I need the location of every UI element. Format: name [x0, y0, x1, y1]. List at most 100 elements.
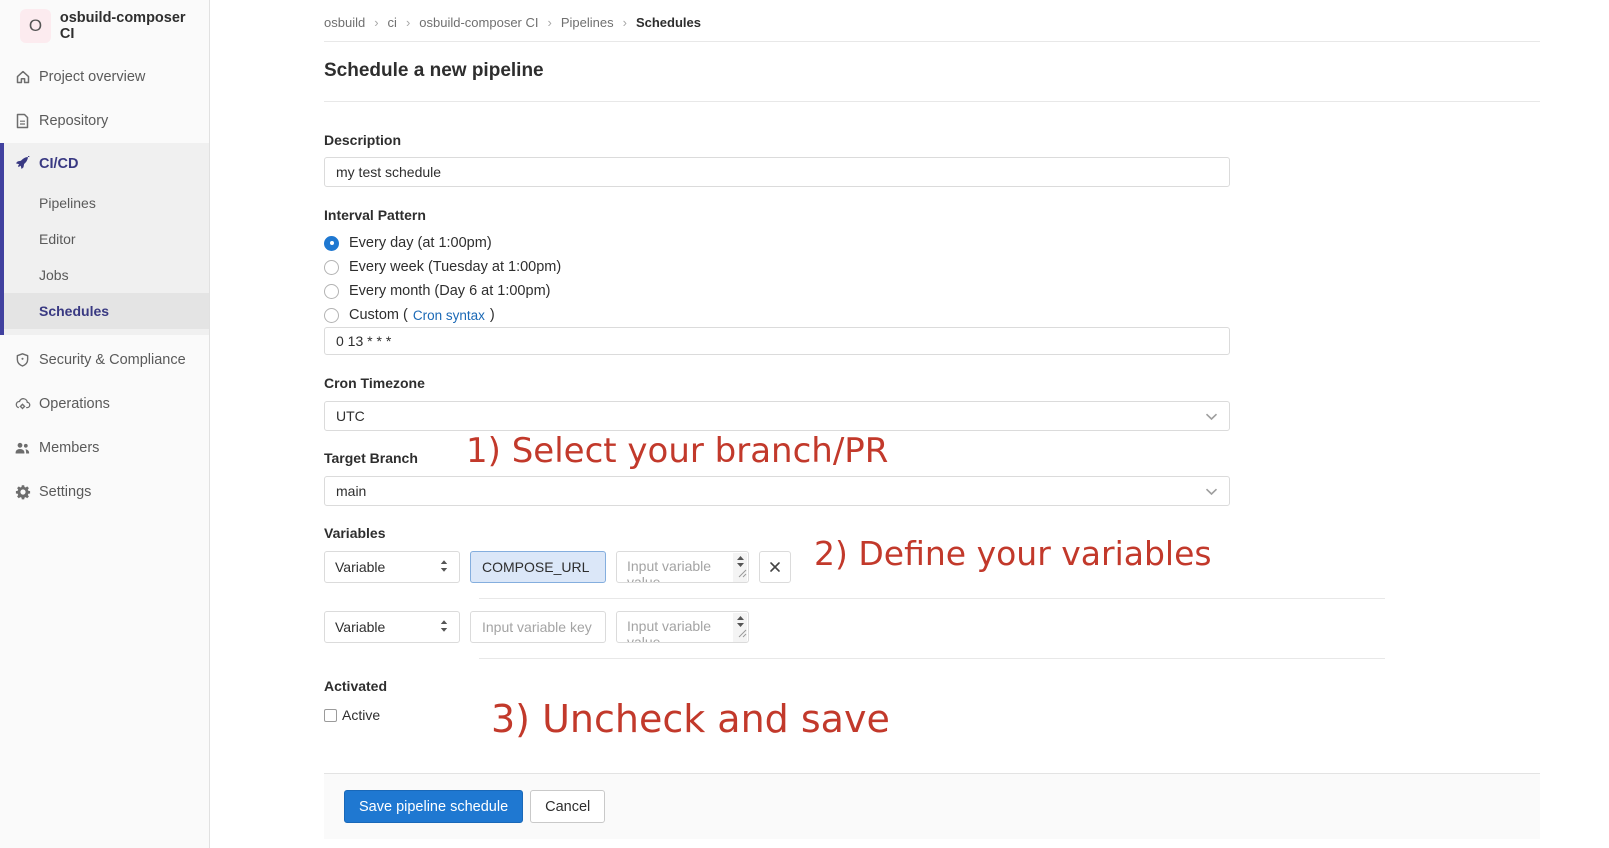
selected-timezone: UTC — [336, 408, 365, 424]
users-icon — [14, 440, 31, 457]
breadcrumb-item-project[interactable]: osbuild-composer CI — [419, 15, 538, 30]
sidebar-item-members[interactable]: Members — [0, 426, 209, 470]
sidebar-item-label: Security & Compliance — [39, 352, 186, 368]
target-branch-select[interactable]: main — [324, 476, 1230, 506]
variable-key-input[interactable] — [470, 551, 606, 583]
annotation-define-variables: 2) Define your variables — [814, 534, 1212, 573]
breadcrumb-item-osbuild[interactable]: osbuild — [324, 15, 365, 30]
project-header[interactable]: O osbuild-composer CI — [0, 0, 209, 52]
sidebar: O osbuild-composer CI Project overview R… — [0, 0, 210, 848]
main-content: osbuild › ci › osbuild-composer CI › Pip… — [210, 0, 1609, 848]
sidebar-item-editor[interactable]: Editor — [4, 221, 209, 257]
sidebar-item-pipelines[interactable]: Pipelines — [4, 185, 209, 221]
sidebar-nav: Project overview Repository CI/CD Pipeli… — [0, 55, 209, 514]
sidebar-item-label: CI/CD — [39, 156, 78, 172]
breadcrumb-separator: › — [374, 15, 378, 30]
breadcrumb-item-pipelines[interactable]: Pipelines — [561, 15, 614, 30]
variable-value-textarea[interactable]: Input variable value — [616, 611, 749, 643]
breadcrumb-separator: › — [406, 15, 410, 30]
radio-icon[interactable] — [324, 308, 339, 323]
app-root: O osbuild-composer CI Project overview R… — [0, 0, 1609, 848]
save-pipeline-schedule-button[interactable]: Save pipeline schedule — [344, 790, 523, 823]
interval-option-monthly[interactable]: Every month (Day 6 at 1:00pm) — [324, 279, 1540, 303]
up-down-arrows-icon — [439, 559, 449, 576]
breadcrumb-separator: › — [623, 15, 627, 30]
radio-icon[interactable] — [324, 284, 339, 299]
sub-item-label: Jobs — [39, 267, 69, 283]
sidebar-item-operations[interactable]: Operations — [0, 382, 209, 426]
radio-label: Custom ( — [349, 307, 408, 323]
selected-branch: main — [336, 483, 366, 499]
cron-pattern-input[interactable] — [324, 327, 1230, 355]
annotation-select-branch: 1) Select your branch/PR — [466, 431, 888, 471]
shield-icon — [14, 352, 31, 369]
sidebar-item-repository[interactable]: Repository — [0, 99, 209, 143]
sidebar-item-schedules[interactable]: Schedules — [4, 293, 209, 329]
radio-selected-icon[interactable] — [324, 236, 339, 251]
annotation-uncheck-save: 3) Uncheck and save — [491, 697, 890, 741]
variable-value-placeholder: Input variable value — [617, 612, 721, 643]
breadcrumb-separator: › — [548, 15, 552, 30]
breadcrumb: osbuild › ci › osbuild-composer CI › Pip… — [324, 12, 1540, 32]
radio-label: Every week (Tuesday at 1:00pm) — [349, 259, 561, 275]
sidebar-item-label: Repository — [39, 113, 108, 129]
variable-type-value: Variable — [335, 619, 385, 635]
close-icon — [768, 560, 782, 574]
variable-value-textarea[interactable]: Input variable value — [616, 551, 749, 583]
cron-timezone-select[interactable]: UTC — [324, 401, 1230, 431]
description-label: Description — [324, 132, 1540, 149]
rocket-icon — [14, 156, 31, 173]
sidebar-section-cicd: CI/CD Pipelines Editor Jobs Schedules — [0, 143, 209, 335]
sidebar-item-cicd[interactable]: CI/CD — [4, 143, 209, 185]
variable-value-placeholder: Input variable value — [617, 552, 721, 583]
divider — [479, 658, 1385, 659]
sub-item-label: Schedules — [39, 303, 109, 319]
radio-icon[interactable] — [324, 260, 339, 275]
interval-option-daily[interactable]: Every day (at 1:00pm) — [324, 231, 1540, 255]
active-checkbox[interactable] — [324, 709, 337, 722]
project-avatar: O — [20, 9, 51, 43]
sub-item-label: Pipelines — [39, 195, 96, 211]
sub-item-label: Editor — [39, 231, 76, 247]
breadcrumb-item-schedules: Schedules — [636, 15, 701, 30]
variable-type-select[interactable]: Variable — [324, 551, 460, 583]
sidebar-item-jobs[interactable]: Jobs — [4, 257, 209, 293]
gear-icon — [14, 484, 31, 501]
chevron-down-icon — [1205, 408, 1218, 424]
divider — [324, 101, 1540, 102]
form-actions: Save pipeline schedule Cancel — [324, 773, 1540, 839]
page-title: Schedule a new pipeline — [324, 59, 1540, 82]
sidebar-item-label: Members — [39, 440, 99, 456]
interval-pattern-label: Interval Pattern — [324, 207, 1540, 224]
cancel-button[interactable]: Cancel — [530, 790, 605, 823]
project-name: osbuild-composer CI — [60, 10, 199, 42]
sidebar-item-security-compliance[interactable]: Security & Compliance — [0, 338, 209, 382]
home-icon — [14, 69, 31, 86]
interval-options: Every day (at 1:00pm) Every week (Tuesda… — [324, 231, 1540, 327]
sidebar-item-label: Operations — [39, 396, 110, 412]
breadcrumb-item-ci[interactable]: ci — [388, 15, 397, 30]
interval-option-weekly[interactable]: Every week (Tuesday at 1:00pm) — [324, 255, 1540, 279]
variable-type-select[interactable]: Variable — [324, 611, 460, 643]
interval-option-custom[interactable]: Custom ( Cron syntax ) — [324, 303, 1540, 327]
resize-grip-icon[interactable] — [738, 625, 747, 641]
divider — [479, 598, 1385, 599]
resize-grip-icon[interactable] — [738, 565, 747, 581]
sidebar-item-project-overview[interactable]: Project overview — [0, 55, 209, 99]
chevron-down-icon — [1205, 483, 1218, 499]
sidebar-item-settings[interactable]: Settings — [0, 470, 209, 514]
active-checkbox-label: Active — [342, 707, 380, 723]
sidebar-item-label: Settings — [39, 484, 91, 500]
divider — [324, 41, 1540, 42]
activated-label: Activated — [324, 678, 1540, 695]
radio-label: Every day (at 1:00pm) — [349, 235, 492, 251]
avatar-letter: O — [29, 16, 42, 36]
remove-variable-button[interactable] — [759, 551, 791, 583]
sidebar-item-label: Project overview — [39, 69, 145, 85]
cron-syntax-link[interactable]: Cron syntax — [413, 308, 485, 323]
variable-row: Variable Input variable value — [324, 611, 1540, 643]
variable-key-input[interactable] — [470, 611, 606, 643]
radio-label: Every month (Day 6 at 1:00pm) — [349, 283, 550, 299]
document-icon — [14, 113, 31, 130]
description-input[interactable] — [324, 157, 1230, 187]
